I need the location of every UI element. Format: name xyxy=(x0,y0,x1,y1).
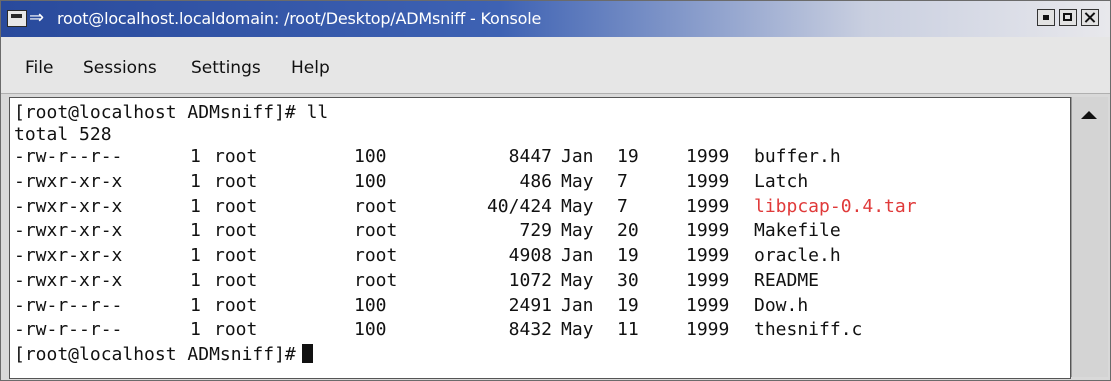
cell-month: Jan xyxy=(561,245,594,266)
konsole-window: ⇒ root@localhost.localdomain: /root/Desk… xyxy=(0,0,1111,381)
cell-group: 100 xyxy=(354,170,387,192)
menu-sessions[interactable]: Sessions xyxy=(83,57,157,79)
cell-month: May xyxy=(561,319,594,341)
menu-settings[interactable]: Settings xyxy=(191,57,261,79)
cell-day: 19 xyxy=(617,245,639,266)
terminal-output[interactable]: [root@localhost ADMsniff]# ll total 528 … xyxy=(9,97,1071,379)
cell-year: 1999 xyxy=(686,245,730,266)
cell-links: 1 xyxy=(190,319,201,341)
window-title: root@localhost.localdomain: /root/Deskto… xyxy=(57,9,542,28)
cell-name: buffer.h xyxy=(754,146,841,167)
cell-perm: -rwxr-xr-x xyxy=(14,220,123,242)
cell-name: Latch xyxy=(754,170,809,192)
cell-perm: -rw-r--r-- xyxy=(14,294,123,316)
cell-name: thesniff.c xyxy=(754,319,863,341)
cell-month: Jan xyxy=(561,294,594,316)
cursor xyxy=(301,344,313,363)
cell-owner: root xyxy=(214,195,258,217)
cell-perm: -rw-r--r-- xyxy=(14,146,123,167)
cell-links: 1 xyxy=(190,195,201,217)
cell-owner: root xyxy=(214,294,258,316)
cell-group: 100 xyxy=(354,294,387,316)
cell-owner: root xyxy=(214,245,258,266)
cell-year: 1999 xyxy=(686,269,730,291)
cell-group: root xyxy=(354,220,398,242)
cell-name: Dow.h xyxy=(754,294,809,316)
cell-perm: -rwxr-xr-x xyxy=(14,195,123,217)
cell-year: 1999 xyxy=(686,170,730,192)
cell-day: 7 xyxy=(617,195,628,217)
cell-day: 7 xyxy=(617,170,628,192)
cell-links: 1 xyxy=(190,220,201,242)
prompt-text: [root@localhost ADMsniff]# xyxy=(14,344,296,365)
cell-name: README xyxy=(754,269,820,291)
cell-owner: root xyxy=(214,146,258,167)
scrollbar[interactable] xyxy=(1071,97,1108,377)
cell-links: 1 xyxy=(190,294,201,316)
cell-month: May xyxy=(561,170,594,192)
cell-owner: root xyxy=(214,269,258,291)
cell-name: libpcap-0.4.tar xyxy=(754,195,917,217)
cell-size: 8447 xyxy=(508,146,552,167)
cell-links: 1 xyxy=(190,170,201,192)
command-line: [root@localhost ADMsniff]# ll xyxy=(14,102,329,123)
cell-group: root xyxy=(354,245,398,266)
scroll-up-icon[interactable] xyxy=(1081,111,1097,119)
cell-group: 100 xyxy=(354,146,387,167)
cell-perm: -rwxr-xr-x xyxy=(14,245,123,266)
title-bar[interactable]: ⇒ root@localhost.localdomain: /root/Desk… xyxy=(1,1,1110,37)
cell-perm: -rwxr-xr-x xyxy=(14,269,123,291)
window-menu-icon[interactable] xyxy=(7,10,27,27)
cell-links: 1 xyxy=(190,269,201,291)
maximize-button[interactable] xyxy=(1059,9,1077,26)
cell-size: 40/424 xyxy=(486,195,552,217)
cell-year: 1999 xyxy=(686,319,730,341)
cell-day: 30 xyxy=(617,269,639,291)
cell-perm: -rwxr-xr-x xyxy=(14,170,123,192)
cell-month: Jan xyxy=(561,146,594,167)
cell-month: May xyxy=(561,195,594,217)
menu-help[interactable]: Help xyxy=(291,57,330,79)
cell-day: 11 xyxy=(617,319,639,341)
cell-name: oracle.h xyxy=(754,245,841,266)
cell-links: 1 xyxy=(190,245,201,266)
cell-year: 1999 xyxy=(686,146,730,167)
minimize-button[interactable] xyxy=(1037,9,1055,26)
cell-size: 729 xyxy=(519,220,552,242)
cell-perm: -rw-r--r-- xyxy=(14,319,123,341)
cell-size: 486 xyxy=(519,170,552,192)
cell-group: root xyxy=(354,269,398,291)
menu-bar: File Sessions Settings Help xyxy=(1,37,1110,94)
cell-month: May xyxy=(561,220,594,242)
cell-size: 1072 xyxy=(508,269,552,291)
cell-year: 1999 xyxy=(686,195,730,217)
cell-year: 1999 xyxy=(686,220,730,242)
cell-size: 2491 xyxy=(508,294,552,316)
arrow-icon: ⇒ xyxy=(29,7,45,28)
cell-name: Makefile xyxy=(754,220,841,242)
cell-owner: root xyxy=(214,170,258,192)
menu-file[interactable]: File xyxy=(25,57,53,79)
cell-group: root xyxy=(354,195,398,217)
total-line: total 528 xyxy=(14,124,112,145)
cell-year: 1999 xyxy=(686,294,730,316)
cell-day: 19 xyxy=(617,294,639,316)
cell-owner: root xyxy=(214,220,258,242)
cell-size: 4908 xyxy=(508,245,552,266)
cell-owner: root xyxy=(214,319,258,341)
cell-day: 19 xyxy=(617,146,639,167)
cell-size: 8432 xyxy=(508,319,552,341)
close-button[interactable] xyxy=(1081,9,1099,26)
cell-day: 20 xyxy=(617,220,639,242)
prompt-line: [root@localhost ADMsniff]# xyxy=(14,344,313,366)
cell-month: May xyxy=(561,269,594,291)
cell-group: 100 xyxy=(354,319,387,341)
cell-links: 1 xyxy=(190,146,201,167)
